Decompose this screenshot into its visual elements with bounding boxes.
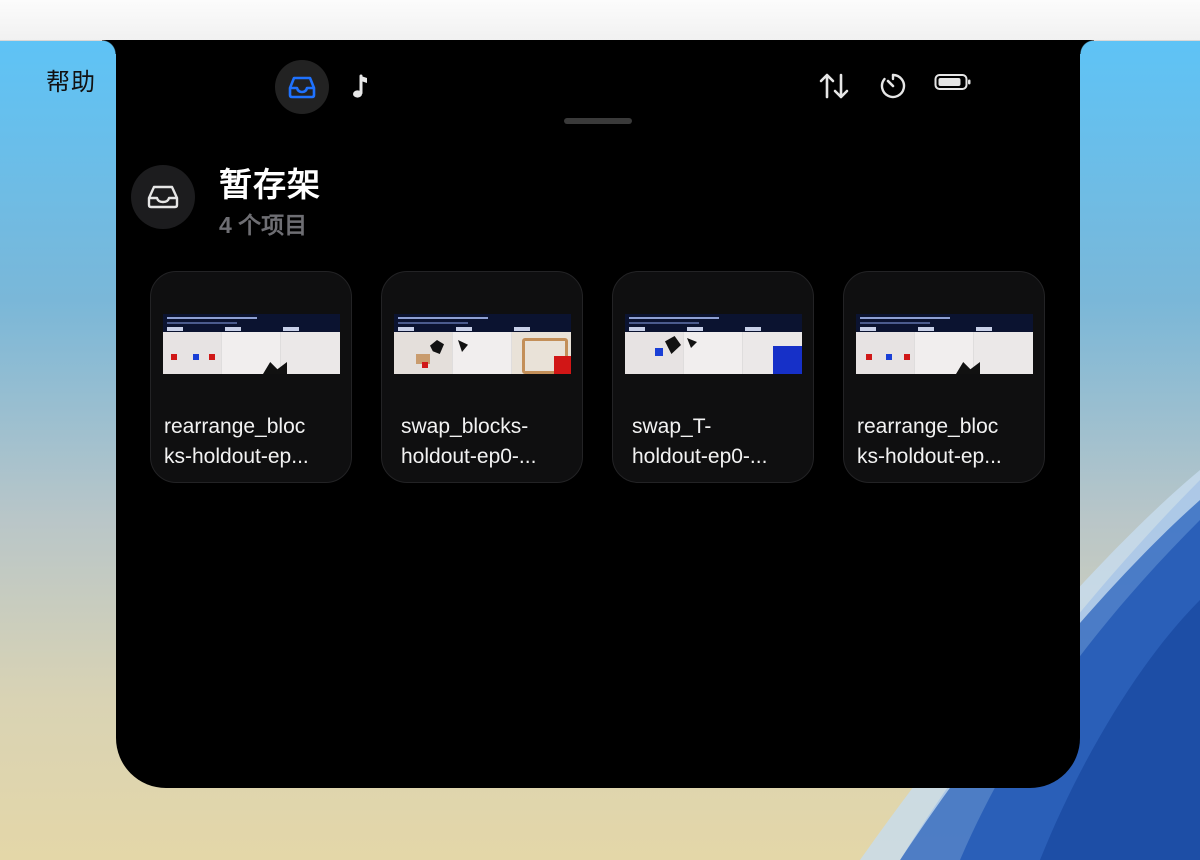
file-thumbnail xyxy=(625,314,802,374)
menu-bar xyxy=(0,0,1200,41)
shelf-icon-badge xyxy=(131,165,195,229)
shelf-title: 暂存架 xyxy=(219,166,321,203)
shelf-item[interactable]: rearrange_bloc ks-holdout-ep... xyxy=(843,271,1045,483)
file-name: swap_T- holdout-ep0-... xyxy=(632,415,768,468)
shelf-item[interactable]: rearrange_bloc ks-holdout-ep... xyxy=(150,271,352,483)
file-thumbnail xyxy=(163,314,340,374)
drag-handle[interactable] xyxy=(564,118,632,124)
timer-icon xyxy=(880,73,906,99)
file-name: swap_blocks- holdout-ep0-... xyxy=(401,415,537,468)
sort-button[interactable] xyxy=(818,72,850,100)
shelf-item-count: 4 个项目 xyxy=(219,212,308,238)
tab-music[interactable] xyxy=(334,60,388,114)
battery-indicator[interactable] xyxy=(934,72,972,92)
menu-help[interactable]: 帮助 xyxy=(46,62,96,97)
shelf-item[interactable]: swap_blocks- holdout-ep0-... xyxy=(381,271,583,483)
tray-icon xyxy=(288,76,316,99)
file-name: rearrange_bloc ks-holdout-ep... xyxy=(164,415,309,468)
tray-icon xyxy=(147,185,179,209)
notch-panel: 暂存架 4 个项目 rearrange_bloc ks-holdout-ep..… xyxy=(102,40,1094,788)
music-note-icon xyxy=(353,74,367,98)
sort-arrows-icon xyxy=(819,73,849,99)
file-thumbnail xyxy=(856,314,1033,374)
battery-icon xyxy=(934,74,971,90)
file-name: rearrange_bloc ks-holdout-ep... xyxy=(857,415,1002,468)
timer-button[interactable] xyxy=(879,72,907,100)
tab-shelf[interactable] xyxy=(275,60,329,114)
shelf-item[interactable]: swap_T- holdout-ep0-... xyxy=(612,271,814,483)
file-thumbnail xyxy=(394,314,571,374)
